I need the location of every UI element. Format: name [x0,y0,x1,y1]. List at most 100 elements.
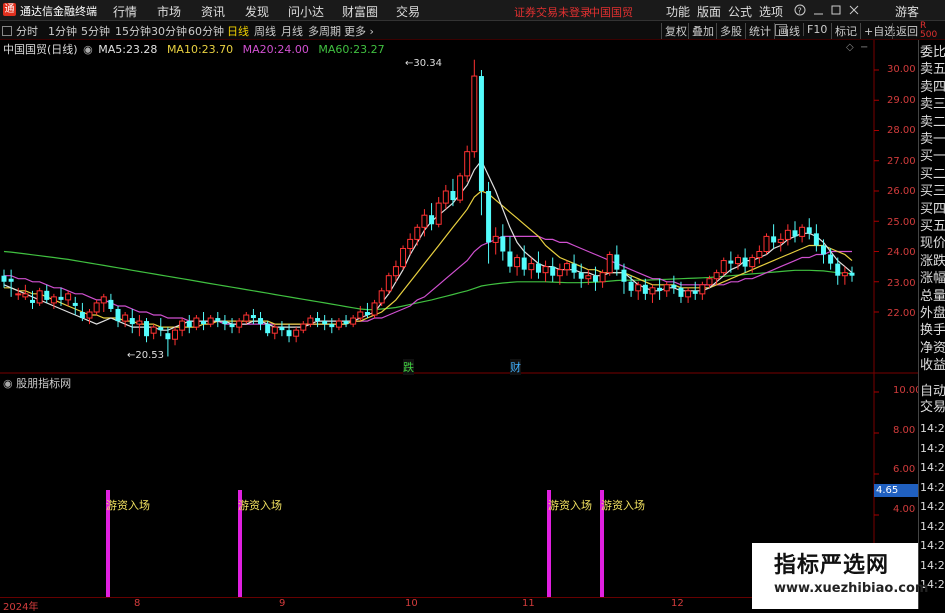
period-monthly[interactable]: 月线 [281,23,303,39]
candle-body [414,226,421,240]
candle-body [471,75,478,153]
candle-body [1,275,7,282]
candle-body [407,238,414,249]
price-axis-tick: 24.00 [887,247,916,258]
signal-label: 游资入场 [601,499,645,512]
ma20-path [4,235,852,325]
candle-body [486,191,492,243]
candle-body [606,254,613,274]
period-60min[interactable]: 60分钟 [188,23,224,39]
candle-body [556,269,563,277]
candle-body [492,235,499,243]
quote-field-label: 涨跌 [920,253,945,269]
menu-wealth[interactable]: 财富圈 [342,3,378,20]
candle-body [22,293,29,298]
kline-chart[interactable] [0,40,918,609]
tick-time: 14:21 [920,480,945,494]
candle-body [756,251,763,259]
price-axis-tick: 22.00 [887,308,916,319]
candle-body [15,293,22,296]
menu-market-quote[interactable]: 行情 [113,3,137,20]
price-axis-tick: 28.00 [887,125,916,136]
restore-icon[interactable] [831,5,841,15]
menu-options[interactable]: 选项 [759,3,783,20]
candle-body [165,333,171,340]
candle-body [578,272,584,279]
tool-adjust[interactable]: 复权 [661,23,687,39]
menu-trade[interactable]: 交易 [396,3,420,20]
tick-time: 14:21 [920,500,945,513]
date-tick: 12 [671,598,684,609]
candle-body [222,321,228,325]
menu-layout[interactable]: 版面 [697,3,721,20]
guest-label[interactable]: 游客 [895,3,919,20]
candle-body [571,263,577,273]
price-axis-tick: 27.00 [887,155,916,167]
menu-news[interactable]: 资讯 [201,3,225,20]
trade-login-notice[interactable]: 证券交易未登录 [514,4,591,20]
tool-overlay[interactable]: 叠加 [688,23,714,39]
tool-multistock[interactable]: 多股 [716,23,742,39]
candle-body [8,278,14,282]
candle-body [642,284,648,294]
candle-body [742,257,748,267]
candle-body [79,312,85,319]
candle-body [250,315,256,319]
period-multi[interactable]: 多周期 [308,23,341,39]
indicator-title: ◉ 股朋指标网 [3,375,71,391]
menu-ask[interactable]: 问小达 [288,3,324,20]
settings-icon[interactable]: ◉ [3,377,13,390]
period-15min[interactable]: 15分钟 [115,23,151,39]
candle-body [36,290,43,304]
auto-trade-label[interactable]: 自动 [920,385,945,399]
auto-trade-label[interactable]: 交易 [920,401,945,415]
menu-market[interactable]: 市场 [157,3,181,20]
watermark-title: 指标严选网 [774,553,890,578]
indicator-current-value: 4.65 [874,484,920,497]
candle-body [585,275,592,280]
tick-time: 14:21 [920,539,945,552]
candle-body [421,214,428,228]
quote-field-label: 卖一 [920,132,945,147]
candle-body [385,275,392,292]
indicator-name: 股朋指标网 [16,377,72,390]
event-marker-finance[interactable]: 财 [510,359,521,375]
menu-formula[interactable]: 公式 [728,3,752,20]
tool-f10[interactable]: F10 [803,23,827,36]
tool-mark[interactable]: 标记 [831,23,857,39]
price-axis-tick: 30.00 [887,64,916,75]
back-button[interactable]: 返回 [892,23,918,39]
period-daily[interactable]: 日线 [227,23,249,39]
period-more[interactable]: 更多 › [344,23,374,39]
candle-body [343,321,349,325]
quote-field-label: 买一 [920,149,945,165]
close-icon[interactable] [849,5,859,15]
period-30min[interactable]: 30分钟 [151,23,187,39]
ma5-path [3,159,853,331]
help-icon[interactable]: ? [794,4,806,16]
candle-body [215,318,221,322]
candle-body [806,227,812,234]
period-1min[interactable]: 1分钟 [48,23,77,39]
event-marker-drop[interactable]: 跌 [403,359,414,375]
add-watchlist-button[interactable]: +自选 [860,23,895,39]
menu-function[interactable]: 功能 [666,3,690,20]
tool-statistics[interactable]: 统计 [745,23,771,39]
candle-body [392,266,399,277]
candle-body [841,272,848,277]
candle-body [706,278,713,286]
candle-body [378,290,385,304]
period-5min[interactable]: 5分钟 [81,23,110,39]
chart-grid [0,40,918,597]
candle-body [649,287,656,295]
candle-body [621,269,627,282]
candle-body [193,317,200,328]
tool-draw[interactable]: 画线 [774,23,800,39]
indicator-axis-tick: 6.00 [893,464,916,476]
candle-body [792,230,798,237]
period-timeshare[interactable]: 分时 [2,23,38,39]
period-weekly[interactable]: 周线 [254,23,276,39]
quote-field-label: 总量 [920,288,945,304]
candle-body [685,290,692,298]
menu-discover[interactable]: 发现 [245,3,269,20]
